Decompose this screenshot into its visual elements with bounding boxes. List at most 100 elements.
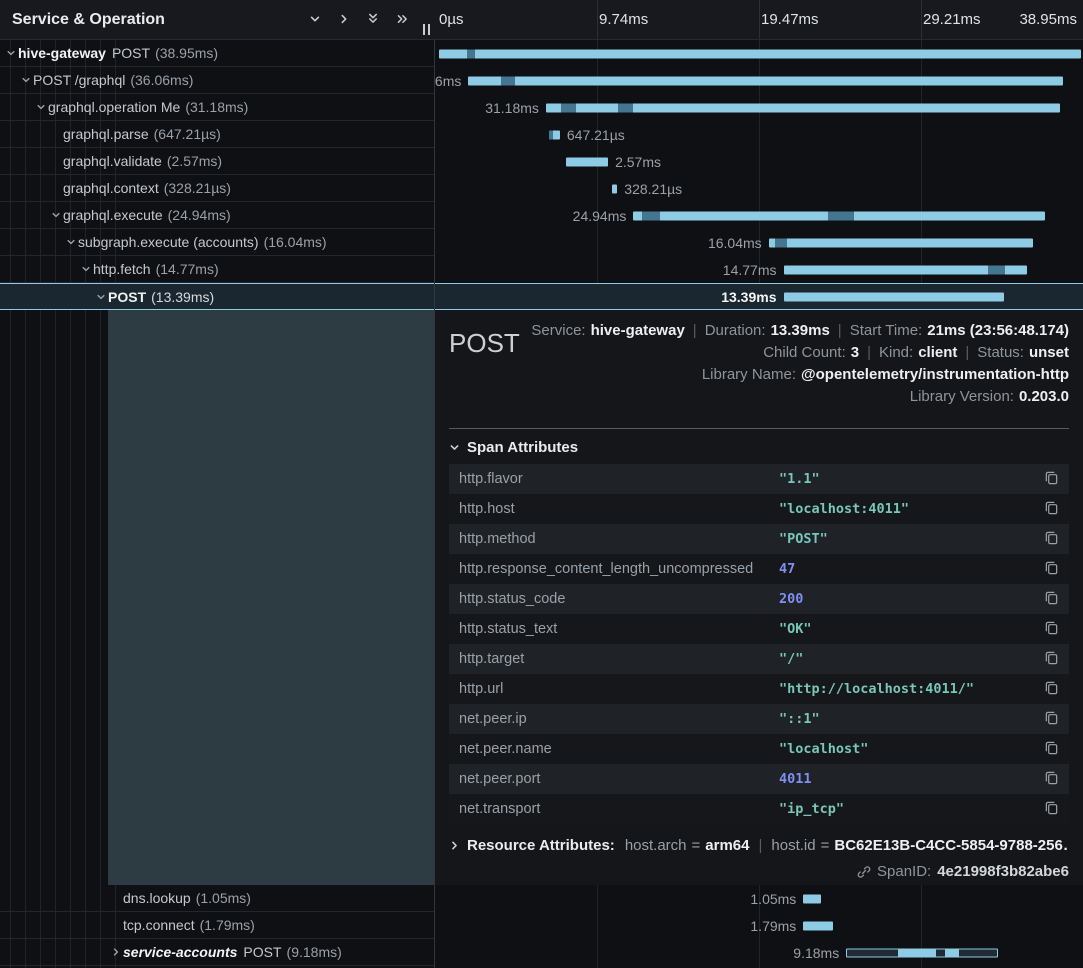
bar-segment bbox=[988, 265, 1005, 274]
span-attributes-title: Span Attributes bbox=[467, 439, 578, 456]
span-duration-bar[interactable] bbox=[468, 76, 1063, 85]
attribute-value: "OK" bbox=[779, 621, 1044, 637]
span-duration-bar[interactable] bbox=[784, 292, 1005, 301]
span-row[interactable]: http.fetch(14.77ms)14.77ms bbox=[0, 256, 1083, 283]
attribute-value: 4011 bbox=[779, 771, 1044, 787]
span-duration-text: (24.94ms) bbox=[168, 207, 231, 223]
span-duration-bar[interactable] bbox=[846, 948, 997, 957]
attribute-value: "localhost:4011" bbox=[779, 501, 1044, 517]
link-icon[interactable] bbox=[857, 865, 871, 879]
span-duration-bar[interactable] bbox=[439, 49, 1082, 58]
copy-value-button[interactable] bbox=[1044, 650, 1059, 668]
span-row[interactable]: hive-gatewayPOST(38.95ms)38.95ms bbox=[0, 40, 1083, 67]
chevron-down-icon[interactable] bbox=[79, 264, 93, 274]
span-row[interactable]: graphql.operation Me(31.18ms)31.18ms bbox=[0, 94, 1083, 121]
span-duration-text: (9.18ms) bbox=[287, 944, 342, 960]
span-row[interactable]: tcp.connect(1.79ms)1.79ms bbox=[0, 912, 1083, 939]
span-row[interactable]: service-accountsPOST(9.18ms)9.18ms bbox=[0, 939, 1083, 966]
collapse-one-button[interactable] bbox=[309, 13, 321, 28]
chevron-down-icon[interactable] bbox=[4, 48, 18, 58]
span-row[interactable]: dns.lookup(1.05ms)1.05ms bbox=[0, 885, 1083, 912]
copy-value-button[interactable] bbox=[1044, 590, 1059, 608]
chevron-down-icon[interactable] bbox=[94, 292, 108, 302]
span-duration-bar[interactable] bbox=[784, 265, 1028, 274]
span-meta-line: Child Count:3|Kind:client|Status:unset bbox=[531, 342, 1069, 364]
span-duration-bar[interactable] bbox=[546, 103, 1060, 112]
span-id-row: SpanID: 4e21998f3b82abe6 bbox=[449, 863, 1069, 880]
attribute-value: 47 bbox=[779, 561, 1044, 577]
copy-value-button[interactable] bbox=[1044, 530, 1059, 548]
meta-value: unset bbox=[1029, 344, 1069, 361]
copy-value-button[interactable] bbox=[1044, 560, 1059, 578]
tree-header-toolbar bbox=[309, 0, 409, 40]
resource-attributes-preview: host.arch=arm64|host.id=BC62E13B-C4CC-58… bbox=[625, 837, 1069, 854]
attribute-key: net.peer.name bbox=[459, 741, 779, 757]
span-row[interactable]: POST(13.39ms)13.39ms bbox=[0, 283, 1083, 310]
span-duration-bar[interactable] bbox=[566, 157, 608, 166]
ruler-gridline bbox=[921, 0, 922, 39]
trace-viewer: Service & Operation 0µs 9.74ms 19.47ms 2… bbox=[0, 0, 1083, 968]
span-tree-cell: http.fetch(14.77ms) bbox=[0, 256, 435, 283]
span-row[interactable]: subgraph.execute (accounts)(16.04ms)16.0… bbox=[0, 229, 1083, 256]
copy-value-button[interactable] bbox=[1044, 680, 1059, 698]
span-rows-bottom: dns.lookup(1.05ms)1.05mstcp.connect(1.79… bbox=[0, 885, 1083, 966]
copy-value-button[interactable] bbox=[1044, 740, 1059, 758]
span-duration-label: 13.39ms bbox=[721, 289, 776, 305]
chevron-down-icon[interactable] bbox=[64, 237, 78, 247]
expand-all-button[interactable] bbox=[396, 13, 409, 28]
copy-value-button[interactable] bbox=[1044, 710, 1059, 728]
span-duration-text: (647.21µs) bbox=[154, 126, 221, 142]
ruler-tick: 29.21ms bbox=[923, 11, 981, 28]
copy-value-button[interactable] bbox=[1044, 620, 1059, 638]
attribute-key: http.status_text bbox=[459, 621, 779, 637]
ruler-tick: 9.74ms bbox=[599, 11, 648, 28]
span-row[interactable]: graphql.validate(2.57ms) 2.57ms bbox=[0, 148, 1083, 175]
resource-value: arm64 bbox=[705, 837, 749, 854]
span-duration-text: (2.57ms) bbox=[167, 153, 222, 169]
span-row[interactable]: graphql.execute (24.94ms) 24.94ms bbox=[0, 202, 1083, 229]
ruler-tick: 19.47ms bbox=[761, 11, 819, 28]
span-tree-cell: hive-gatewayPOST(38.95ms) bbox=[0, 40, 435, 67]
span-duration-label: 2.57ms bbox=[615, 154, 661, 170]
copy-value-button[interactable] bbox=[1044, 770, 1059, 788]
span-timeline-cell: 31.18ms bbox=[435, 94, 1083, 121]
span-row[interactable]: graphql.context(328.21µs)328.21µs bbox=[0, 175, 1083, 202]
chevron-down-icon[interactable] bbox=[19, 75, 33, 85]
meta-label: Status: bbox=[977, 344, 1024, 361]
copy-value-button[interactable] bbox=[1044, 470, 1059, 488]
attribute-row: http.status_text"OK" bbox=[449, 614, 1069, 644]
span-row[interactable]: graphql.parse(647.21µs)647.21µs bbox=[0, 121, 1083, 148]
span-detail-title: POST bbox=[449, 328, 520, 359]
span-timeline-cell: 24.94ms bbox=[435, 202, 1083, 229]
span-tree-cell: graphql.validate(2.57ms) bbox=[0, 148, 435, 175]
panel-resize-handle[interactable] bbox=[423, 24, 430, 35]
chevron-down-icon[interactable] bbox=[49, 210, 63, 220]
copy-icon bbox=[1044, 800, 1059, 818]
tree-header: Service & Operation bbox=[0, 0, 435, 40]
copy-value-button[interactable] bbox=[1044, 800, 1059, 818]
copy-value-button[interactable] bbox=[1044, 500, 1059, 518]
span-duration-bar[interactable] bbox=[612, 184, 617, 193]
span-operation-name: graphql.execute bbox=[63, 207, 163, 223]
attribute-key: http.method bbox=[459, 531, 779, 547]
resource-attributes-toggle[interactable]: Resource Attributes: host.arch=arm64|hos… bbox=[449, 837, 1069, 854]
meta-separator: | bbox=[965, 344, 969, 361]
panel-divider[interactable] bbox=[434, 0, 435, 968]
span-attributes-toggle[interactable]: Span Attributes bbox=[449, 439, 1069, 456]
span-duration-bar[interactable] bbox=[803, 894, 820, 903]
span-service-name: hive-gateway bbox=[18, 45, 106, 61]
attribute-row: http.flavor"1.1" bbox=[449, 464, 1069, 494]
span-duration-bar[interactable] bbox=[549, 130, 560, 139]
collapse-all-button[interactable] bbox=[367, 12, 379, 28]
span-duration-bar[interactable] bbox=[803, 921, 833, 930]
span-duration-bar[interactable] bbox=[769, 238, 1034, 247]
meta-label: Library Name: bbox=[702, 366, 796, 383]
span-duration-bar[interactable] bbox=[633, 211, 1045, 220]
span-timeline-cell: 14.77ms bbox=[435, 256, 1083, 283]
chevron-right-icon[interactable] bbox=[109, 947, 123, 957]
copy-icon bbox=[1044, 740, 1059, 758]
attribute-row: net.peer.name"localhost" bbox=[449, 734, 1069, 764]
expand-one-button[interactable] bbox=[338, 13, 350, 28]
chevron-down-icon[interactable] bbox=[34, 102, 48, 112]
span-row[interactable]: POST /graphql(36.06ms)36.06ms bbox=[0, 67, 1083, 94]
